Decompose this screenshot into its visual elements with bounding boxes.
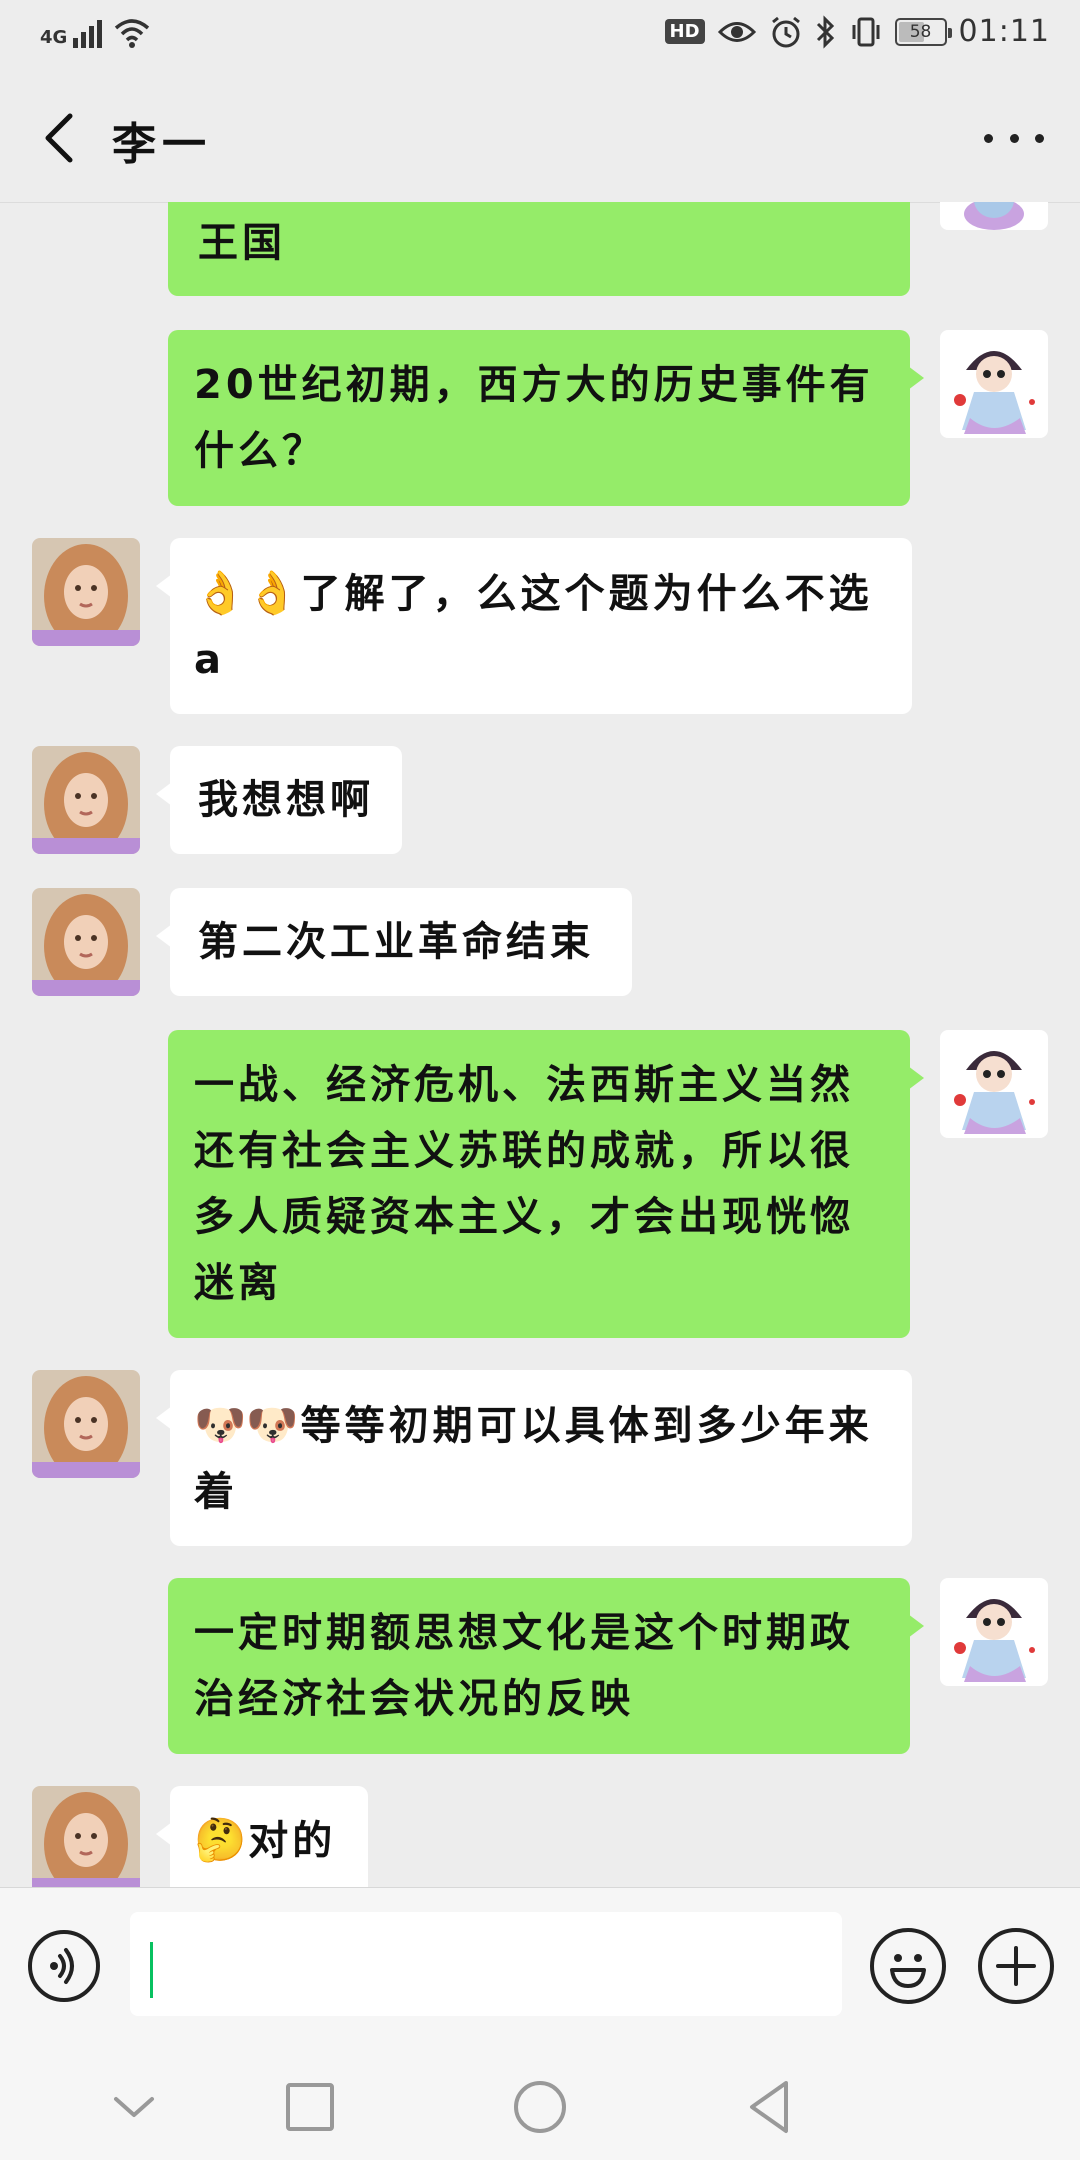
chat-title: 李一 — [112, 119, 212, 170]
more-icon[interactable] — [984, 120, 1044, 156]
voice-button[interactable] — [28, 1930, 100, 2002]
ok-hand-emoji: 👌👌 — [194, 568, 299, 617]
contact-avatar[interactable] — [32, 1786, 140, 1887]
message-bubble-incoming[interactable]: 🤔对的 — [156, 1786, 368, 1887]
message-bubble-outgoing[interactable]: 一战、经济危机、法西斯主义当然还有社会主义苏联的成就，所以很多人质疑资本主义，才… — [168, 1030, 924, 1338]
message-text: 王国 — [198, 220, 286, 266]
wifi-icon — [115, 19, 150, 48]
battery-level: 58 — [909, 21, 932, 42]
contact-avatar[interactable] — [32, 746, 140, 854]
system-nav-bar — [0, 2037, 1080, 2160]
alarm-icon — [771, 16, 800, 47]
signal-icon — [73, 16, 103, 48]
message-text: 20世纪初期，西方大的历史事件有什么？ — [194, 362, 874, 474]
emoji-button[interactable] — [870, 1928, 946, 2004]
message-text: 对的 — [248, 1818, 337, 1864]
doge-emoji: 🐶🐶 — [194, 1400, 299, 1449]
contact-avatar[interactable] — [32, 1370, 140, 1478]
my-avatar[interactable] — [940, 330, 1048, 438]
message-bubble-outgoing[interactable]: 一定时期额思想文化是这个时期政治经济社会状况的反映 — [168, 1578, 924, 1754]
status-left: 4G — [40, 16, 152, 48]
network-type: 4G — [40, 27, 68, 48]
message-text: 第二次工业革命结束 — [198, 919, 594, 965]
hd-badge: HD — [664, 19, 705, 44]
nav-home-icon[interactable] — [510, 2077, 570, 2137]
clock: 01:11 — [958, 14, 1050, 49]
my-avatar[interactable] — [940, 1578, 1048, 1686]
message-input[interactable] — [130, 1912, 842, 2016]
battery-icon: 58 — [894, 17, 952, 46]
message-bubble-incoming[interactable]: 🐶🐶等等初期可以具体到多少年来着 — [156, 1370, 912, 1546]
contact-avatar[interactable] — [32, 538, 140, 646]
thinking-emoji: 🤔 — [194, 1815, 247, 1864]
text-caret — [150, 1942, 153, 1998]
status-right: HD 58 01:11 — [664, 14, 1050, 49]
message-bubble-outgoing[interactable]: 王国 — [168, 202, 910, 296]
my-avatar[interactable] — [940, 1030, 1048, 1138]
chevron-left-icon[interactable] — [36, 110, 86, 166]
nav-back-icon[interactable] — [740, 2077, 800, 2137]
eye-icon — [717, 21, 756, 42]
voice-icon — [50, 1948, 74, 1984]
contact-avatar[interactable] — [32, 888, 140, 996]
nav-recents-icon[interactable] — [280, 2077, 340, 2137]
message-text: 我想想啊 — [198, 777, 374, 823]
nav-down-icon[interactable] — [104, 2077, 164, 2137]
plus-button[interactable] — [978, 1928, 1054, 2004]
emoji-icon — [890, 1954, 926, 1988]
message-text: 一定时期额思想文化是这个时期政治经济社会状况的反映 — [194, 1610, 854, 1722]
plus-icon — [996, 1946, 1036, 1986]
status-bar: 4G HD 58 01:11 — [0, 0, 1080, 72]
input-bar — [0, 1887, 1080, 2038]
message-bubble-incoming[interactable]: 我想想啊 — [156, 746, 402, 854]
my-avatar[interactable] — [940, 202, 1048, 230]
message-text: 一战、经济危机、法西斯主义当然还有社会主义苏联的成就，所以很多人质疑资本主义，才… — [194, 1062, 854, 1306]
message-bubble-outgoing[interactable]: 20世纪初期，西方大的历史事件有什么？ — [168, 330, 924, 506]
bluetooth-icon — [816, 14, 834, 49]
message-bubble-incoming[interactable]: 第二次工业革命结束 — [156, 888, 632, 996]
vibrate-icon — [852, 17, 880, 46]
message-bubble-incoming[interactable]: 👌👌了解了，么这个题为什么不选a — [156, 538, 912, 714]
message-list[interactable]: 王国 20世纪初期，西方大的历史事件有什么？ 👌👌了解了，么这个题为什么不选a — [0, 202, 1080, 1887]
chat-header: 李一 — [0, 72, 1080, 203]
